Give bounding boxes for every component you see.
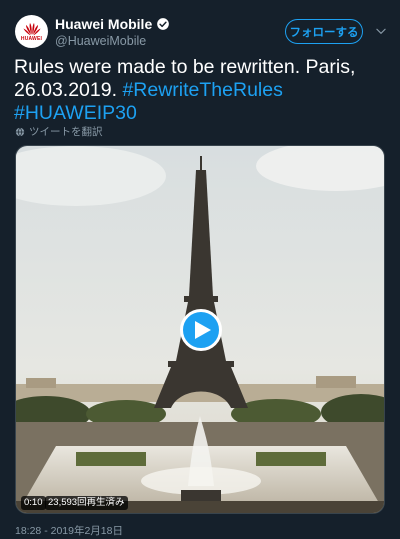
author-name-row: Huawei Mobile xyxy=(55,16,170,32)
avatar[interactable]: HUAWEI xyxy=(15,15,48,48)
video-duration: 0:10 xyxy=(21,496,46,510)
follow-button[interactable]: フォローする xyxy=(285,19,363,44)
huawei-logo-icon xyxy=(23,22,40,35)
play-icon xyxy=(195,321,211,339)
avatar-logo-text: HUAWEI xyxy=(20,35,43,42)
view-count: 23,593回再生済み xyxy=(45,496,128,510)
chevron-down-icon[interactable] xyxy=(374,24,388,38)
display-name[interactable]: Huawei Mobile xyxy=(55,16,152,32)
globe-icon xyxy=(15,127,25,136)
tweet-timestamp[interactable]: 18:28 - 2019年2月18日 xyxy=(15,523,123,538)
hashtag-link[interactable]: #RewriteTheRules xyxy=(122,79,282,101)
tweet-card: HUAWEI Huawei Mobile @HuaweiMobile フォローす… xyxy=(0,0,400,539)
tweet-text: Rules were made to be rewritten. Paris, … xyxy=(14,56,386,125)
translate-link[interactable]: ツイートを翻訳 xyxy=(15,124,103,139)
hashtag-link[interactable]: #HUAWEIP30 xyxy=(14,102,137,124)
play-button[interactable] xyxy=(180,309,222,351)
translate-label: ツイートを翻訳 xyxy=(29,126,103,138)
verified-badge-icon xyxy=(157,18,170,30)
author-handle[interactable]: @HuaweiMobile xyxy=(55,34,146,48)
video-player[interactable]: 0:10 23,593回再生済み xyxy=(15,145,385,514)
